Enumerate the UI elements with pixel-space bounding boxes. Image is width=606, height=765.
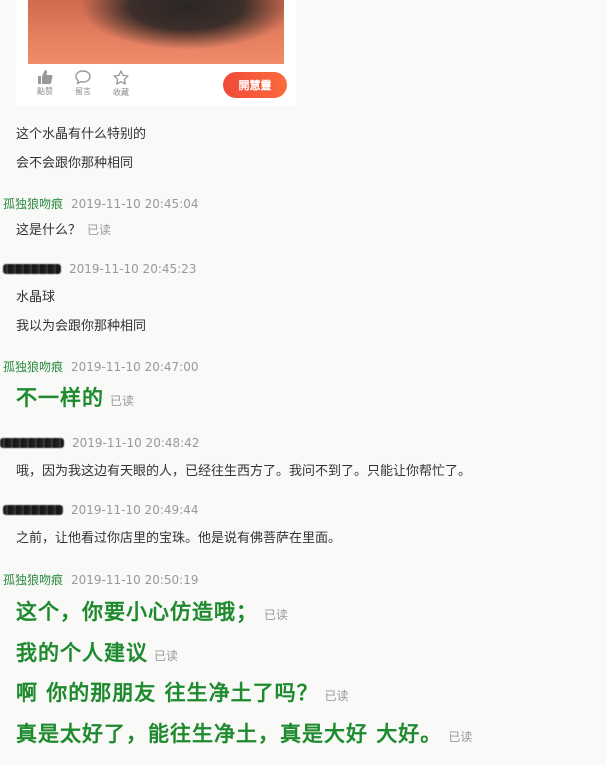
crystal-ball-image[interactable] [28,0,284,64]
star-icon [113,70,129,85]
timestamp: 2019-11-10 20:45:04 [71,196,199,211]
card-actions: 點赞 留言 收藏 [26,70,140,98]
message-text: 不一样的 [16,386,104,410]
thumbs-up-icon [38,70,53,84]
message-text: 我的个人建议 [16,641,148,665]
message-text: 啊 你的那朋友 往生净土了吗？ [16,681,319,705]
like-action[interactable]: 點赞 [26,70,64,98]
comment-action[interactable]: 留言 [64,70,102,98]
message-line: 之前，让他看过你店里的宝珠。他是说有佛菩萨在里面。 [16,531,342,546]
message-line: 我以为会跟你那种相同 [16,319,147,334]
message-header: 孤独狼吻痕 2019-11-10 20:50:19 [3,571,198,588]
message-line: 我的个人建议 已读 [16,637,178,667]
message-line: 水晶球 [16,290,56,305]
message-line: 会不会跟你那种相同 [16,156,134,171]
timestamp: 2019-11-10 20:48:42 [72,436,200,450]
message-line: 这是什么？ 已读 [16,219,111,238]
sender-name[interactable]: 孤独狼吻痕 [3,195,63,212]
timestamp: 2019-11-10 20:50:19 [71,572,199,587]
redacted-sender-name [3,505,63,515]
timestamp: 2019-11-10 20:47:00 [71,359,199,374]
comment-icon [75,70,91,84]
message-text: 真是太好了，能往生净土，真是大好 大好。 [16,722,443,746]
sender-name[interactable]: 孤独狼吻痕 [3,358,63,375]
favorite-label: 收藏 [113,88,129,97]
message-line: 这个，你要小心仿造哦； 已读 [16,596,288,626]
message-header: 2019-11-10 20:45:23 [3,262,196,276]
timestamp: 2019-11-10 20:49:44 [71,503,199,517]
sender-name[interactable]: 孤独狼吻痕 [3,571,63,588]
redacted-sender-name [0,438,64,448]
message-header: 孤独狼吻痕 2019-11-10 20:45:04 [3,195,198,212]
message-header: 2019-11-10 20:48:42 [0,436,199,450]
comment-label: 留言 [75,87,91,96]
read-status: 已读 [324,689,349,703]
read-status: 已读 [87,223,112,237]
read-status: 已读 [448,730,473,744]
timestamp: 2019-11-10 20:45:23 [69,262,197,276]
read-status: 已读 [154,649,179,663]
message-line: 啊 你的那朋友 往生净土了吗？ 已读 [16,677,349,707]
message-header: 孤独狼吻痕 2019-11-10 20:47:00 [3,358,198,375]
message-line: 真是太好了，能往生净土，真是大好 大好。 已读 [16,718,472,748]
like-label: 點赞 [37,87,53,96]
shared-card[interactable]: 點赞 留言 收藏 開慧靈 [16,0,296,106]
card-open-button[interactable]: 開慧靈 [223,72,287,98]
read-status: 已读 [264,608,289,622]
message-line: 这个水晶有什么特别的 [16,127,147,142]
message-line: 不一样的 已读 [16,382,134,412]
redacted-sender-name [3,264,61,274]
message-text: 这是什么？ [16,223,82,238]
message-line: 哦，因为我这边有天眼的人，已经往生西方了。我问不到了。只能让你帮忙了。 [16,464,472,479]
message-text: 这个，你要小心仿造哦； [16,600,258,624]
read-status: 已读 [110,394,135,408]
favorite-action[interactable]: 收藏 [102,70,140,98]
message-header: 2019-11-10 20:49:44 [3,503,198,517]
